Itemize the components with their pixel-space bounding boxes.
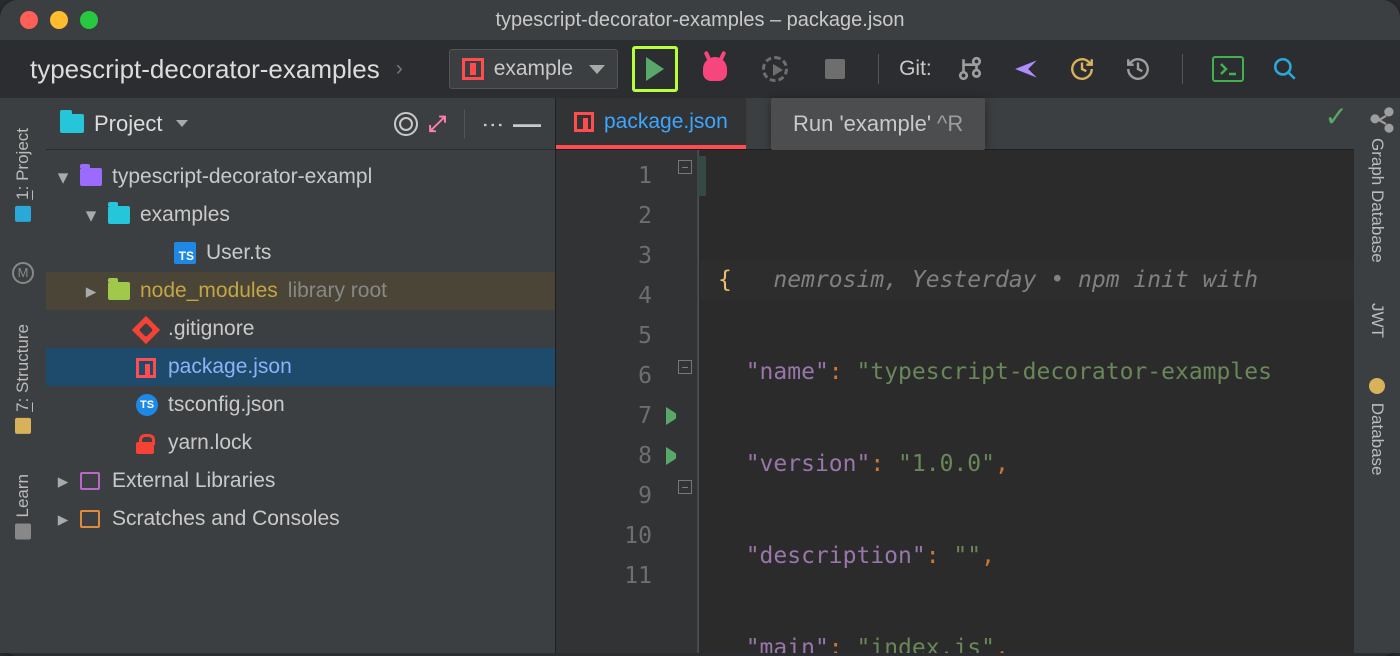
chevron-down-icon	[176, 120, 188, 127]
structure-tool-icon	[15, 418, 31, 434]
toolbar-divider-2	[1182, 54, 1183, 84]
tsconfig-icon: TS	[136, 394, 158, 416]
toolbar-divider	[878, 54, 879, 84]
history-icon	[1069, 56, 1095, 82]
tree-folder-node-modules[interactable]: node_modules library root	[46, 272, 555, 310]
tree-file-gitignore[interactable]: .gitignore	[46, 310, 555, 348]
hide-panel-button[interactable]: —	[513, 108, 541, 140]
debug-button[interactable]	[692, 46, 738, 92]
run-with-coverage-button[interactable]	[752, 46, 798, 92]
git-revert-button[interactable]	[1123, 54, 1153, 84]
header-divider	[464, 110, 465, 138]
tree-external-libraries[interactable]: External Libraries	[46, 462, 555, 500]
fold-toggle[interactable]: −	[678, 160, 692, 174]
coverage-icon	[762, 56, 788, 82]
run-configuration-label: example	[494, 57, 573, 81]
fold-strip[interactable]: − − −	[676, 150, 698, 653]
project-tree[interactable]: typescript-decorator-exampl examples TS …	[46, 150, 555, 546]
code-with-me-button[interactable]	[1368, 106, 1396, 140]
breadcrumb-separator: ›	[396, 57, 403, 81]
terminal-button[interactable]	[1212, 56, 1244, 82]
editor-gutter[interactable]: 1 2 3 4 5 6 7 8 9 10 11	[556, 150, 676, 653]
npm-file-icon	[574, 112, 594, 132]
npm-icon	[462, 58, 484, 80]
right-tool-strip: Graph Database JWT Database	[1354, 98, 1400, 653]
chevron-down-icon	[589, 65, 605, 74]
tree-scratches[interactable]: Scratches and Consoles	[46, 500, 555, 538]
git-branch-button[interactable]	[955, 54, 985, 84]
inspections-ok-icon[interactable]: ✓	[1325, 100, 1348, 133]
main-toolbar: typescript-decorator-examples › example …	[0, 40, 1400, 98]
external-libraries-icon	[80, 472, 100, 490]
editor-tab-bar: package.json Run 'example' ^R ✓	[556, 98, 1354, 150]
meson-tool-icon[interactable]: M	[12, 262, 34, 284]
close-window-button[interactable]	[20, 11, 38, 29]
tree-root[interactable]: typescript-decorator-exampl	[46, 158, 555, 196]
bug-icon	[703, 57, 727, 81]
left-tool-strip: 1: Project M 7: Structure Learn	[0, 98, 46, 653]
tree-file-user-ts[interactable]: TS User.ts	[46, 234, 555, 272]
git-push-button[interactable]	[1011, 54, 1041, 84]
push-icon	[1013, 58, 1039, 80]
database-icon	[1369, 378, 1385, 394]
project-panel: Project ⤢ ⋮ — typescript-decorator-examp…	[46, 98, 556, 653]
scratches-icon	[80, 510, 100, 528]
main-area: 1: Project M 7: Structure Learn Project …	[0, 98, 1400, 653]
editor-tab-package-json[interactable]: package.json	[556, 98, 746, 149]
tool-window-project[interactable]: 1: Project	[13, 128, 33, 222]
project-view-selector[interactable]: Project	[94, 111, 162, 137]
collapse-all-button[interactable]: ⤢	[428, 111, 446, 137]
play-icon	[646, 57, 664, 81]
stop-icon	[825, 59, 845, 79]
window-controls	[20, 11, 98, 29]
npm-file-icon	[136, 358, 156, 378]
learn-tool-icon	[15, 523, 31, 539]
project-panel-header: Project ⤢ ⋮ —	[46, 98, 555, 150]
tool-window-jwt[interactable]: JWT	[1367, 303, 1387, 338]
breadcrumb-project[interactable]: typescript-decorator-examples	[30, 54, 380, 85]
gitignore-icon	[132, 316, 160, 344]
search-icon	[1272, 56, 1298, 82]
typescript-file-icon: TS	[174, 242, 196, 264]
editor-area: package.json Run 'example' ^R ✓ 1 2 3 4 …	[556, 98, 1354, 653]
code-editor[interactable]: 1 2 3 4 5 6 7 8 9 10 11 − − − { nemrosim	[556, 150, 1354, 653]
run-tooltip: Run 'example' ^R	[771, 98, 985, 150]
search-everywhere-button[interactable]	[1270, 54, 1300, 84]
tree-file-package-json[interactable]: package.json	[46, 348, 555, 386]
zoom-window-button[interactable]	[80, 11, 98, 29]
revert-icon	[1125, 56, 1151, 82]
folder-icon	[108, 206, 130, 224]
editor-tab-label: package.json	[604, 110, 728, 134]
branch-icon	[957, 56, 983, 82]
panel-options-button[interactable]: ⋮	[480, 114, 506, 134]
fold-toggle[interactable]: −	[678, 480, 692, 494]
tool-window-database[interactable]: Database	[1367, 378, 1387, 476]
code-content[interactable]: { nemrosim, Yesterday • npm init with "n…	[698, 150, 1354, 653]
window-title: typescript-decorator-examples – package.…	[495, 9, 904, 32]
run-configuration-selector[interactable]: example	[449, 49, 618, 89]
git-history-button[interactable]	[1067, 54, 1097, 84]
minimize-window-button[interactable]	[50, 11, 68, 29]
library-folder-icon	[108, 282, 130, 300]
tree-folder-examples[interactable]: examples	[46, 196, 555, 234]
module-folder-icon	[80, 168, 102, 186]
select-opened-file-button[interactable]	[394, 112, 418, 136]
stop-button[interactable]	[812, 46, 858, 92]
run-button[interactable]	[632, 46, 678, 92]
terminal-icon	[1218, 61, 1238, 77]
tool-window-structure[interactable]: 7: Structure	[13, 324, 33, 434]
fold-toggle[interactable]: −	[678, 360, 692, 374]
project-folder-icon	[60, 114, 84, 133]
git-label: Git:	[899, 57, 932, 81]
tool-window-graph-database[interactable]: Graph Database	[1367, 138, 1387, 263]
project-tool-icon	[15, 206, 31, 222]
tree-file-tsconfig[interactable]: TS tsconfig.json	[46, 386, 555, 424]
tool-window-learn[interactable]: Learn	[13, 474, 33, 539]
tree-file-yarn-lock[interactable]: yarn.lock	[46, 424, 555, 462]
titlebar: typescript-decorator-examples – package.…	[0, 0, 1400, 40]
